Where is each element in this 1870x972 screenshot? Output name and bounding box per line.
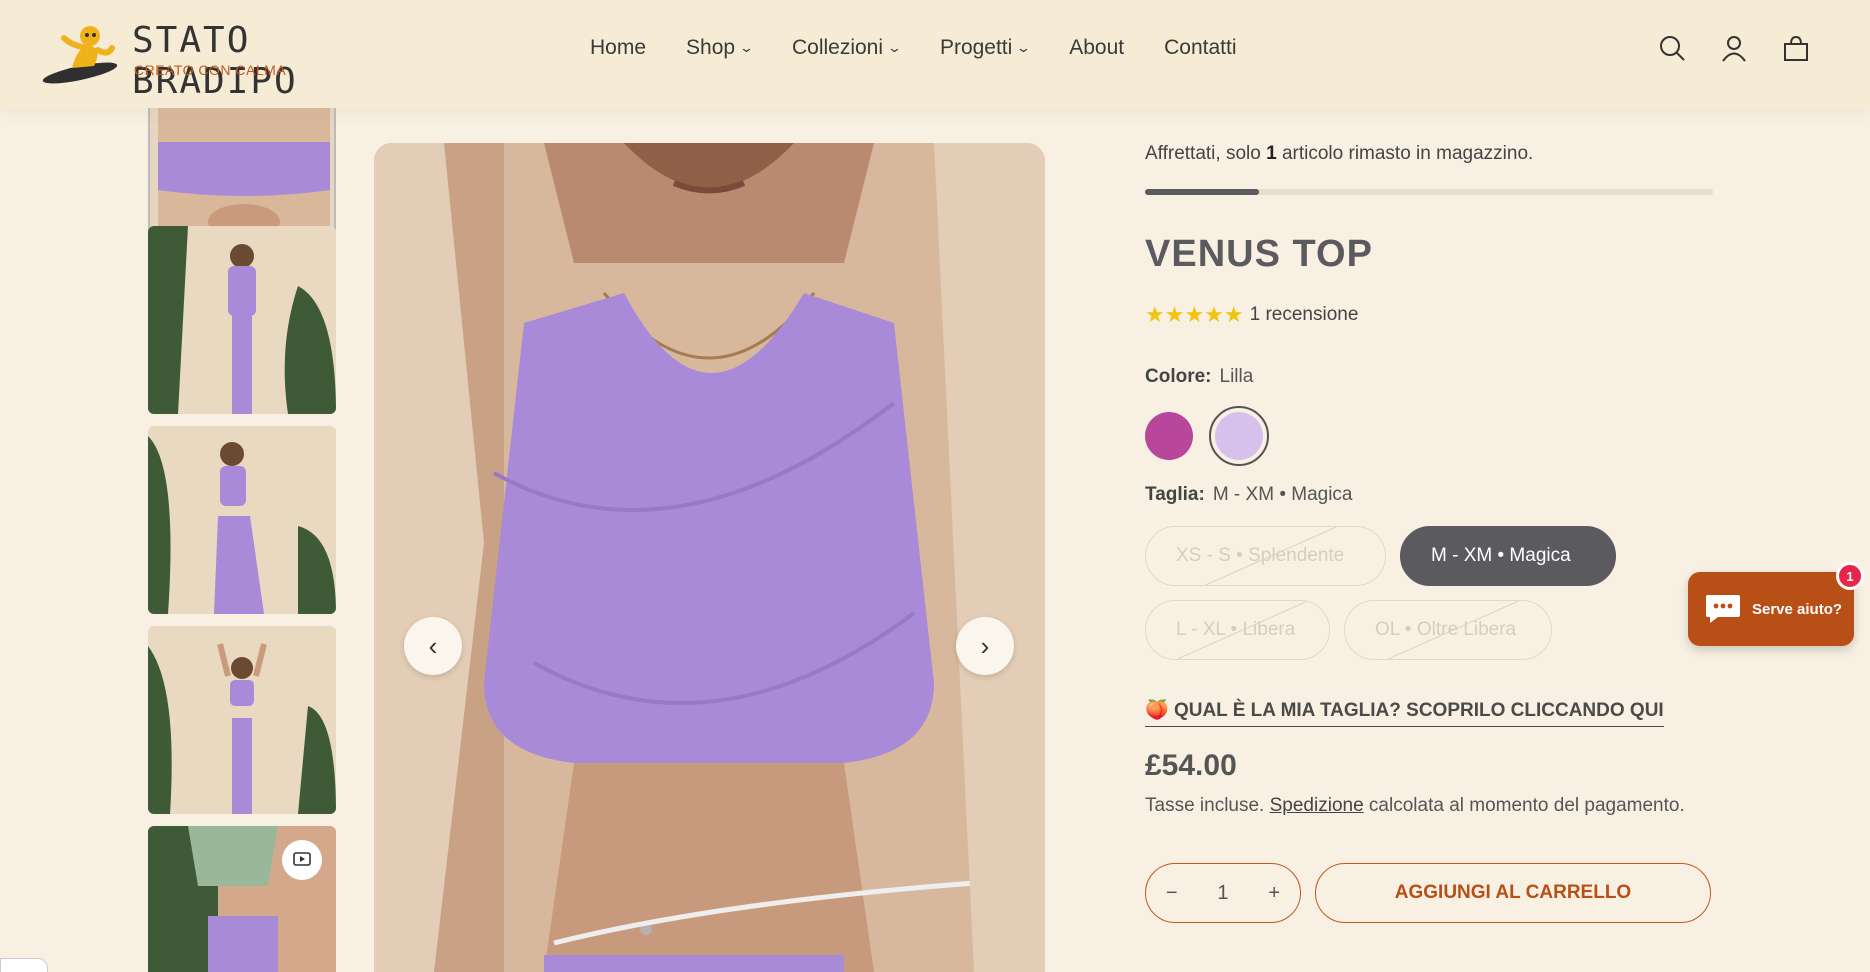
size-guide-link[interactable]: 🍑 QUAL È LA MIA TAGLIA? SCOPRILO CLICCAN…: [1145, 698, 1664, 727]
star-rating-icon: ★★★★★: [1145, 302, 1244, 327]
search-icon[interactable]: [1658, 34, 1686, 62]
color-value: Lilla: [1219, 366, 1254, 387]
account-icon[interactable]: [1720, 34, 1748, 62]
size-option-ol[interactable]: OL • Oltre Libera: [1344, 600, 1552, 660]
stock-prefix: Affrettati, solo: [1145, 143, 1267, 164]
chat-label: Serve aiuto?: [1752, 600, 1843, 618]
nav-contatti-label: Contatti: [1164, 36, 1237, 59]
thumb-back-full-image: [148, 226, 336, 414]
cart-bag-icon[interactable]: [1782, 34, 1810, 62]
qty-decrease-button[interactable]: −: [1166, 882, 1178, 905]
size-options: XS - S • Splendente M - XM • Magica L - …: [1145, 526, 1713, 660]
product-info: Affrettati, solo 1 articolo rimasto in m…: [1145, 143, 1713, 923]
tax-prefix: Tasse incluse.: [1145, 795, 1270, 816]
swatch-magenta[interactable]: [1145, 412, 1193, 460]
chat-widget-button[interactable]: Serve aiuto? 1: [1688, 562, 1864, 646]
nav-collezioni-label: Collezioni: [791, 36, 884, 59]
chevron-down-icon: ⌄: [886, 40, 903, 55]
chevron-right-icon: ›: [980, 630, 990, 661]
nav-shop[interactable]: Shop ⌄: [686, 36, 755, 60]
swatch-lilla[interactable]: [1209, 406, 1269, 466]
chat-bubble-icon: [1706, 595, 1740, 623]
tax-note: Tasse incluse. Spedizione calcolata al m…: [1145, 791, 1713, 821]
thumb-back-side-image: [148, 426, 336, 614]
size-guide-label: QUAL È LA MIA TAGLIA? SCOPRILO CLICCANDO…: [1173, 700, 1664, 721]
chevron-down-icon: ⌄: [738, 40, 755, 55]
size-option-xs-s[interactable]: XS - S • Splendente: [1145, 526, 1386, 586]
nav-progetti[interactable]: Progetti ⌄: [939, 36, 1032, 60]
brand-tagline: CREATO CON CALMA: [134, 62, 287, 78]
nav-shop-label: Shop: [686, 36, 736, 59]
nav-collezioni[interactable]: Collezioni ⌄: [791, 36, 903, 60]
tax-suffix: calcolata al momento del pagamento.: [1363, 795, 1685, 816]
cookie-consent-tab[interactable]: [0, 958, 48, 972]
color-label: Colore:: [1145, 366, 1212, 387]
thumb-back-side[interactable]: [148, 426, 336, 614]
video-glyph-icon: [293, 852, 311, 866]
quantity-stepper: − 1 +: [1145, 863, 1301, 923]
size-option-m-xm[interactable]: M - XM • Magica: [1400, 526, 1616, 586]
product-rating[interactable]: ★★★★★ 1 recensione: [1145, 302, 1713, 328]
header-icons: [1658, 34, 1810, 62]
chevron-left-icon: ‹: [428, 630, 438, 661]
nav-about-label: About: [1069, 36, 1125, 59]
gallery-next-button[interactable]: ›: [956, 617, 1014, 675]
stock-progress-fill: [1145, 189, 1259, 195]
thumb-front-arms-up-image: [148, 626, 336, 814]
site-header: STATO BRADIPO CREATO CON CALMA Home Shop…: [0, 0, 1870, 108]
stock-progress-bar: [1145, 189, 1713, 195]
size-label: Taglia:: [1145, 484, 1205, 505]
stock-message: Affrettati, solo 1 articolo rimasto in m…: [1145, 143, 1713, 165]
color-swatches: [1145, 406, 1713, 466]
product-price: £54.00: [1145, 749, 1237, 782]
product-title: VENUS TOP: [1145, 233, 1373, 275]
review-count: 1 recensione: [1249, 304, 1359, 325]
chevron-down-icon: ⌄: [1016, 40, 1032, 55]
thumb-video[interactable]: [148, 826, 336, 972]
sloth-surfer-logo-icon: [42, 26, 118, 84]
thumb-back-full[interactable]: [148, 226, 336, 414]
color-label-row: Colore: Lilla: [1145, 366, 1713, 388]
qty-increase-button[interactable]: +: [1268, 882, 1280, 905]
brand-logo[interactable]: STATO BRADIPO CREATO CON CALMA: [42, 18, 362, 102]
brand-name: STATO BRADIPO: [132, 20, 298, 102]
thumb-front-arms-up[interactable]: [148, 626, 336, 814]
stock-count: 1: [1266, 143, 1277, 164]
size-option-l-xl[interactable]: L - XL • Libera: [1145, 600, 1330, 660]
peach-emoji-icon: 🍑: [1145, 700, 1169, 721]
nav-about[interactable]: About: [1069, 36, 1124, 60]
add-to-cart-button[interactable]: AGGIUNGI AL CARRELLO: [1315, 863, 1711, 923]
stock-suffix: articolo rimasto in magazzino.: [1276, 143, 1534, 164]
gallery-thumbnails: [148, 108, 338, 972]
swatch-lilla-fill: [1215, 412, 1263, 460]
qty-value[interactable]: 1: [1217, 882, 1228, 905]
size-label-row: Taglia: M - XM • Magica: [1145, 484, 1713, 506]
shipping-link[interactable]: Spedizione: [1270, 795, 1364, 816]
buy-row: − 1 + AGGIUNGI AL CARRELLO: [1145, 863, 1713, 923]
nav-progetti-label: Progetti: [939, 36, 1013, 59]
nav-home-label: Home: [590, 36, 647, 59]
venus-top-photo: [374, 143, 1045, 972]
nav-contatti[interactable]: Contatti: [1164, 36, 1236, 60]
chat-notification-badge: 1: [1836, 562, 1864, 590]
size-value: M - XM • Magica: [1212, 484, 1353, 505]
main-product-image[interactable]: ‹ ›: [374, 143, 1045, 972]
gallery-prev-button[interactable]: ‹: [404, 617, 462, 675]
main-nav: Home Shop ⌄ Collezioni ⌄ Progetti ⌄ About C…: [590, 36, 1236, 60]
play-video-icon[interactable]: [282, 840, 322, 880]
nav-home[interactable]: Home: [590, 36, 646, 60]
